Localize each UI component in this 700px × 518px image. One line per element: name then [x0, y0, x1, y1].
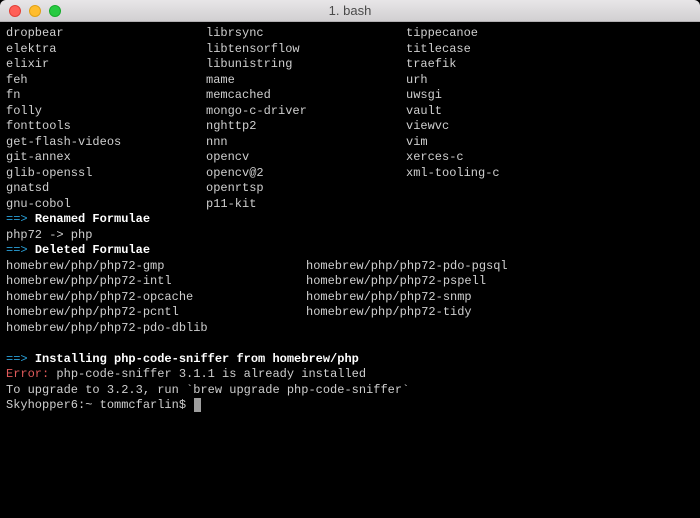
install-heading: ==> Installing php-code-sniffer from hom…	[6, 352, 694, 368]
formula: viewvc	[406, 119, 606, 135]
renamed-body: php72 -> php	[6, 228, 694, 244]
formula	[406, 181, 606, 197]
formula: git-annex	[6, 150, 206, 166]
minimize-icon[interactable]	[29, 5, 41, 17]
error-msg: php-code-sniffer 3.1.1 is already instal…	[49, 367, 366, 381]
formula: opencv@2	[206, 166, 406, 182]
formula: uwsgi	[406, 88, 606, 104]
formula: openrtsp	[206, 181, 406, 197]
close-icon[interactable]	[9, 5, 21, 17]
renamed-heading: ==> Renamed Formulae	[6, 212, 694, 228]
formula: traefik	[406, 57, 606, 73]
deleted-formula: homebrew/php/php72-tidy	[306, 305, 606, 321]
deleted-formula: homebrew/php/php72-pspell	[306, 274, 606, 290]
formula: feh	[6, 73, 206, 89]
formula: mongo-c-driver	[206, 104, 406, 120]
formula: gnu-cobol	[6, 197, 206, 213]
formula: xml-tooling-c	[406, 166, 606, 182]
formula: folly	[6, 104, 206, 120]
blank-line	[6, 336, 694, 352]
deleted-formula: homebrew/php/php72-opcache	[6, 290, 306, 306]
formula: xerces-c	[406, 150, 606, 166]
cursor-icon	[194, 398, 201, 412]
titlebar[interactable]: 1. bash	[0, 0, 700, 22]
error-label: Error:	[6, 367, 49, 381]
formula	[406, 197, 606, 213]
formula: libtensorflow	[206, 42, 406, 58]
arrow-icon: ==>	[6, 352, 28, 366]
formula: nghttp2	[206, 119, 406, 135]
formula: urh	[406, 73, 606, 89]
terminal-output[interactable]: dropbear librsync tippecanoe elektra lib…	[0, 22, 700, 518]
section-label: Deleted Formulae	[35, 243, 150, 257]
prompt: Skyhopper6:~ tommcfarlin$	[6, 398, 193, 412]
formula: librsync	[206, 26, 406, 42]
formula: titlecase	[406, 42, 606, 58]
deleted-formula	[306, 321, 606, 337]
formula: elektra	[6, 42, 206, 58]
formula: memcached	[206, 88, 406, 104]
formula: gnatsd	[6, 181, 206, 197]
formula: nnn	[206, 135, 406, 151]
arrow-icon: ==>	[6, 212, 28, 226]
formula: fn	[6, 88, 206, 104]
formula: elixir	[6, 57, 206, 73]
formula: vim	[406, 135, 606, 151]
error-line: Error: php-code-sniffer 3.1.1 is already…	[6, 367, 694, 383]
arrow-icon: ==>	[6, 243, 28, 257]
prompt-line[interactable]: Skyhopper6:~ tommcfarlin$	[6, 398, 694, 414]
upgrade-msg: To upgrade to 3.2.3, run `brew upgrade p…	[6, 383, 694, 399]
deleted-formula: homebrew/php/php72-pdo-pgsql	[306, 259, 606, 275]
formula: tippecanoe	[406, 26, 606, 42]
formula: mame	[206, 73, 406, 89]
deleted-formula: homebrew/php/php72-pcntl	[6, 305, 306, 321]
traffic-lights	[0, 5, 61, 17]
formula: get-flash-videos	[6, 135, 206, 151]
formula: opencv	[206, 150, 406, 166]
formula: vault	[406, 104, 606, 120]
deleted-formula: homebrew/php/php72-snmp	[306, 290, 606, 306]
formula: p11-kit	[206, 197, 406, 213]
formula: glib-openssl	[6, 166, 206, 182]
terminal-window: 1. bash dropbear librsync tippecanoe ele…	[0, 0, 700, 518]
zoom-icon[interactable]	[49, 5, 61, 17]
deleted-grid: homebrew/php/php72-gmp homebrew/php/php7…	[6, 259, 694, 337]
formula: dropbear	[6, 26, 206, 42]
deleted-formula: homebrew/php/php72-gmp	[6, 259, 306, 275]
install-heading-text: Installing php-code-sniffer from homebre…	[35, 352, 359, 366]
deleted-formula: homebrew/php/php72-pdo-dblib	[6, 321, 306, 337]
window-title: 1. bash	[329, 3, 372, 18]
formulae-grid: dropbear librsync tippecanoe elektra lib…	[6, 26, 694, 212]
deleted-heading: ==> Deleted Formulae	[6, 243, 694, 259]
deleted-formula: homebrew/php/php72-intl	[6, 274, 306, 290]
formula: libunistring	[206, 57, 406, 73]
section-label: Renamed Formulae	[35, 212, 150, 226]
formula: fonttools	[6, 119, 206, 135]
